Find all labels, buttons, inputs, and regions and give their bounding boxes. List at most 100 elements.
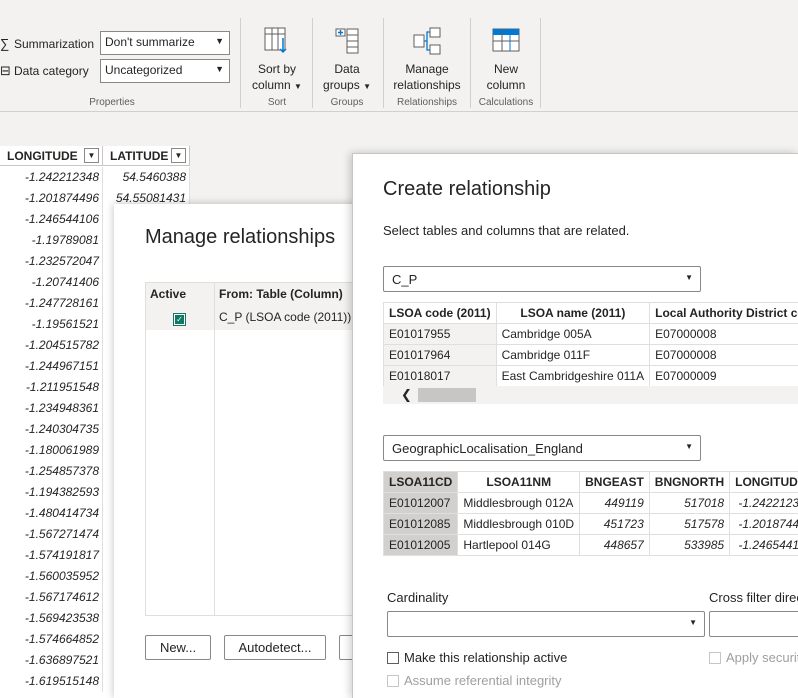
latitude-cell[interactable]: 54.5460388 [103, 167, 190, 188]
longitude-cell[interactable]: -1.194382593 [0, 482, 103, 503]
longitude-cell[interactable]: -1.569423538 [0, 608, 103, 629]
scrollbar-thumb[interactable] [418, 388, 476, 402]
table1-preview: LSOA code (2011) LSOA name (2011) Local Au… [383, 302, 798, 387]
relationship-row[interactable]: ✓ C_P (LSOA code (2011)) [146, 305, 375, 330]
table-cell[interactable]: E07000009 [649, 365, 798, 387]
longitude-cell[interactable]: -1.180061989 [0, 440, 103, 461]
table-cell[interactable]: E01017955 [383, 323, 497, 345]
cross-filter-direction-label: Cross filter direct [709, 590, 798, 605]
longitude-cell[interactable]: -1.636897521 [0, 650, 103, 671]
ribbon-divider [312, 18, 313, 108]
table-cell[interactable]: E07000008 [649, 323, 798, 345]
summarization-label: ∑ Summarization [0, 35, 95, 51]
table-cell[interactable]: E01017964 [383, 344, 497, 366]
column-header[interactable]: BNGEAST [579, 471, 650, 493]
longitude-cell[interactable]: -1.619515148 [0, 671, 103, 692]
table-cell[interactable]: 517578 [648, 513, 731, 535]
table-cell[interactable]: Middlesbrough 010D [457, 513, 581, 535]
make-active-checkbox[interactable] [387, 652, 399, 664]
scroll-left-icon[interactable]: ❮ [401, 387, 412, 403]
longitude-cell[interactable]: -1.254857378 [0, 461, 103, 482]
ribbon-divider [240, 18, 241, 108]
table-cell[interactable]: East Cambridgeshire 011A [495, 365, 651, 387]
column-header[interactable]: LSOA11NM [457, 471, 581, 493]
ribbon-divider [470, 18, 471, 108]
manage-relationships-button[interactable]: Manage relationships [388, 26, 466, 93]
table-cell[interactable]: E07000008 [649, 344, 798, 366]
summarization-dropdown[interactable]: Don't summarize ▼ [100, 31, 230, 55]
data-category-row: ⊟ Data category [0, 59, 100, 83]
filter-dropdown-icon[interactable]: ▼ [171, 148, 186, 163]
table1-select[interactable]: C_P ▼ [383, 266, 701, 292]
data-category-dropdown[interactable]: Uncategorized ▼ [100, 59, 230, 83]
table-cell[interactable]: E01018017 [383, 365, 497, 387]
chevron-down-icon: ▼ [363, 82, 371, 91]
column-header-longitude[interactable]: LONGITUDE ▼ [0, 146, 103, 166]
longitude-cell[interactable]: -1.247728161 [0, 293, 103, 314]
table-cell[interactable]: Cambridge 005A [495, 323, 651, 345]
new-column-button[interactable]: New column [478, 26, 534, 93]
active-checkbox[interactable]: ✓ [173, 313, 186, 326]
properties-group-label: Properties [89, 97, 135, 108]
dialog-subtitle: Select tables and columns that are relat… [383, 223, 630, 238]
table-row: E01017955 Cambridge 005A E07000008 [383, 323, 798, 345]
table-cell[interactable]: -1.24654410 [729, 534, 798, 556]
referential-integrity-checkbox[interactable] [387, 675, 399, 687]
longitude-cell[interactable]: -1.246544106 [0, 209, 103, 230]
table-cell[interactable]: Hartlepool 014G [457, 534, 581, 556]
longitude-cell[interactable]: -1.234948361 [0, 398, 103, 419]
table1-horizontal-scrollbar[interactable]: ❮ [383, 386, 798, 404]
check-icon: ✓ [175, 315, 184, 324]
table-cell[interactable]: Middlesbrough 012A [457, 492, 581, 514]
apply-security-label: Apply security [726, 650, 798, 665]
longitude-cell[interactable]: -1.480414734 [0, 503, 103, 524]
table-cell[interactable]: E01012005 [382, 534, 459, 556]
longitude-cell[interactable]: -1.19561521 [0, 314, 103, 335]
longitude-cell[interactable]: -1.19789081 [0, 230, 103, 251]
manage-relationships-icon [413, 27, 441, 55]
column-header-latitude[interactable]: LATITUDE ▼ [103, 146, 190, 166]
table-cell[interactable]: -1.24221234 [729, 492, 798, 514]
longitude-cell[interactable]: -1.240304735 [0, 419, 103, 440]
cardinality-select[interactable]: ▼ [387, 611, 705, 637]
table-cell[interactable]: E01012085 [382, 513, 459, 535]
table-cell[interactable]: 448657 [579, 534, 650, 556]
column-header[interactable]: LSOA11CD [382, 471, 459, 493]
autodetect-button[interactable]: Autodetect... [224, 635, 326, 660]
apply-security-checkbox[interactable] [709, 652, 721, 664]
longitude-cell[interactable]: -1.211951548 [0, 377, 103, 398]
calculations-group-label: Calculations [478, 97, 534, 108]
longitude-cell[interactable]: -1.567174612 [0, 587, 103, 608]
column-header[interactable]: LSOA code (2011) [383, 302, 497, 324]
table-cell[interactable]: 533985 [648, 534, 731, 556]
longitude-cell[interactable]: -1.204515782 [0, 335, 103, 356]
column-header[interactable]: LSOA name (2011) [495, 302, 651, 324]
longitude-cell[interactable]: -1.567271474 [0, 524, 103, 545]
table2-select[interactable]: GeographicLocalisation_England ▼ [383, 435, 701, 461]
longitude-cell[interactable]: -1.20741406 [0, 272, 103, 293]
table1-body: E01017955 Cambridge 005A E07000008 E0101796… [383, 323, 798, 387]
longitude-cell[interactable]: -1.201874496 [0, 188, 103, 209]
column-header[interactable]: Local Authority District code (20 [649, 302, 798, 324]
table-cell[interactable]: 451723 [579, 513, 650, 535]
new-relationship-button[interactable]: New... [145, 635, 211, 660]
longitude-cell[interactable]: -1.574664852 [0, 629, 103, 650]
table-cell[interactable]: Cambridge 011F [495, 344, 651, 366]
sort-by-column-button[interactable]: Sort by column ▼ [250, 26, 304, 95]
column-header[interactable]: BNGNORTH [648, 471, 731, 493]
longitude-cell[interactable]: -1.560035952 [0, 566, 103, 587]
longitude-cell[interactable]: -1.232572047 [0, 251, 103, 272]
summarization-row: ∑ Summarization [0, 31, 100, 55]
table-cell[interactable]: 517018 [648, 492, 731, 514]
filter-dropdown-icon[interactable]: ▼ [84, 148, 99, 163]
longitude-cell[interactable]: -1.242212348 [0, 167, 103, 188]
column-header[interactable]: LONGITUDE [729, 471, 798, 493]
table-cell[interactable]: -1.20187449 [729, 513, 798, 535]
longitude-cell[interactable]: -1.244967151 [0, 356, 103, 377]
table-cell[interactable]: 449119 [579, 492, 650, 514]
table-cell[interactable]: E01012007 [382, 492, 459, 514]
sort-group-label: Sort [267, 97, 287, 108]
longitude-cell[interactable]: -1.574191817 [0, 545, 103, 566]
cross-filter-direction-select[interactable] [709, 611, 798, 637]
data-groups-button[interactable]: Data groups ▼ [320, 26, 374, 95]
